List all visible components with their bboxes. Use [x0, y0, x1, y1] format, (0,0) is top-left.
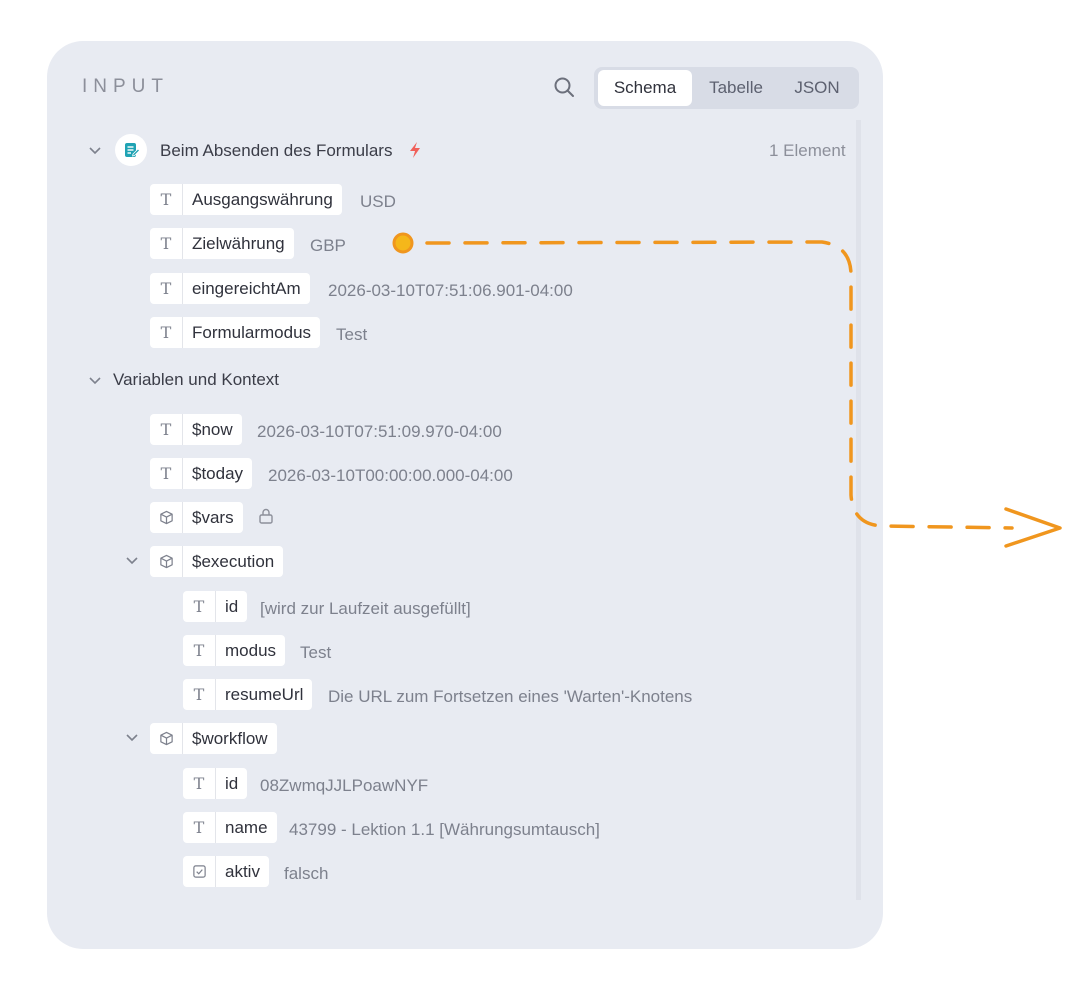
field-pill[interactable]: T Formularmodus [150, 317, 321, 348]
chevron-down-icon[interactable] [87, 372, 103, 388]
text-type-icon: T [183, 591, 216, 622]
chevron-down-icon[interactable] [124, 552, 140, 568]
field-pill[interactable]: T modus [183, 635, 286, 666]
cube-icon [150, 546, 183, 577]
field-pill[interactable]: T $now [150, 414, 242, 445]
field-name: id [225, 773, 239, 793]
field-name: Ausgangswährung [192, 189, 333, 209]
field-value: GBP [310, 236, 346, 255]
input-panel [47, 41, 883, 949]
field-value: [wird zur Laufzeit ausgefüllt] [260, 599, 471, 618]
field-name: Zielwährung [192, 233, 285, 253]
field-pill[interactable]: $vars [150, 502, 243, 533]
tab-tabelle[interactable]: Tabelle [698, 70, 774, 106]
cube-icon [150, 723, 183, 754]
field-value: falsch [284, 864, 329, 883]
field-name: aktiv [225, 861, 260, 881]
field-value: 2026-03-10T00:00:00.000-04:00 [268, 466, 513, 485]
chevron-down-icon[interactable] [87, 142, 103, 158]
field-pill[interactable]: T id [183, 768, 248, 799]
field-name: $execution [192, 551, 275, 571]
field-value: 2026-03-10T07:51:09.970-04:00 [257, 422, 502, 441]
item-count: 1 Element [769, 141, 846, 160]
field-name: $today [192, 463, 244, 483]
field-value: Test [336, 325, 368, 344]
text-type-icon: T [150, 414, 183, 445]
field-name: modus [225, 640, 277, 660]
field-pill[interactable]: T resumeUrl [183, 679, 313, 710]
field-pill[interactable]: T Ausgangswährung [150, 184, 342, 215]
view-tabs: Schema Tabelle JSON [594, 67, 859, 109]
cube-icon [150, 502, 183, 533]
text-type-icon: T [183, 635, 216, 666]
field-pill[interactable]: T eingereichtAm [150, 273, 310, 304]
checkbox-type-icon [183, 856, 216, 887]
text-type-icon: T [183, 768, 216, 799]
text-type-icon: T [150, 184, 183, 215]
field-pill[interactable]: $execution [150, 546, 284, 577]
field-pill[interactable]: T name [183, 812, 277, 843]
form-trigger-icon [115, 134, 147, 166]
field-value: Die URL zum Fortsetzen eines 'Warten'-Kn… [328, 687, 693, 706]
text-type-icon: T [183, 679, 216, 710]
field-value: Test [300, 643, 332, 662]
search-icon[interactable] [552, 75, 576, 99]
trigger-node-title[interactable]: Beim Absenden des Formulars [160, 141, 392, 161]
field-value: 43799 - Lektion 1.1 [Währungsumtausch] [289, 820, 600, 839]
text-type-icon: T [150, 273, 183, 304]
tab-schema[interactable]: Schema [598, 70, 692, 106]
text-type-icon: T [150, 317, 183, 348]
text-type-icon: T [150, 458, 183, 489]
field-pill[interactable]: $workflow [150, 723, 277, 754]
field-name: $now [192, 419, 233, 439]
field-value: 2026-03-10T07:51:06.901-04:00 [328, 281, 573, 300]
text-type-icon: T [183, 812, 216, 843]
field-name: id [225, 596, 239, 616]
field-name: $workflow [192, 728, 268, 748]
field-name: Formularmodus [192, 322, 312, 342]
field-pill[interactable]: T Zielwährung [150, 228, 294, 259]
text-type-icon: T [150, 228, 183, 259]
field-value: 08ZwmqJJLPoawNYF [260, 776, 429, 795]
field-pill[interactable]: aktiv [183, 856, 269, 887]
panel-title: INPUT [82, 76, 169, 97]
field-pill[interactable]: T id [183, 591, 248, 622]
chevron-down-icon[interactable] [124, 729, 140, 745]
tab-json[interactable]: JSON [782, 70, 852, 106]
field-pill[interactable]: T $today [150, 458, 253, 489]
field-name: $vars [192, 507, 234, 527]
field-name: name [225, 817, 268, 837]
scrollbar[interactable] [856, 120, 861, 900]
field-value: USD [360, 192, 396, 211]
field-name: resumeUrl [225, 684, 304, 704]
lightning-bolt-icon [410, 142, 420, 158]
lock-icon [259, 508, 273, 524]
variables-section-title[interactable]: Variablen und Kontext [113, 370, 279, 390]
field-name: eingereichtAm [192, 278, 301, 298]
